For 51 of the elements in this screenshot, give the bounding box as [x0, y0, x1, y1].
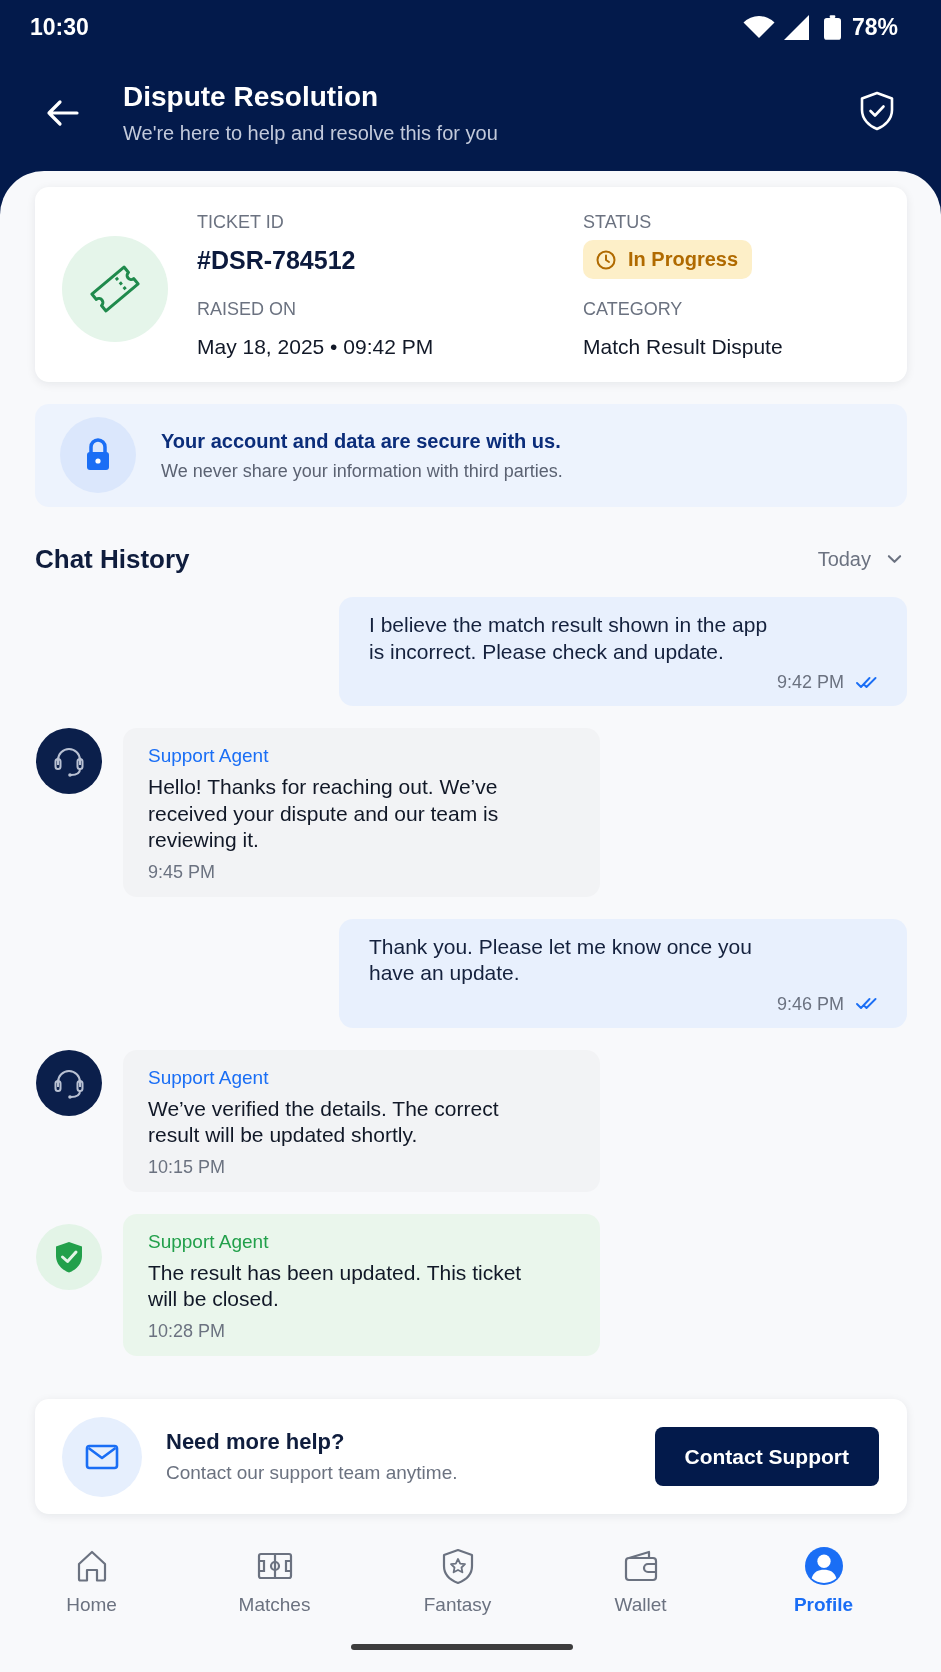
field-label: TICKET ID: [197, 212, 284, 232]
message-text: Hello! Thanks for reaching out. We’ve received your dispute and our team is reviewing it.: [148, 774, 500, 853]
back-arrow-icon[interactable]: [45, 99, 79, 127]
sender-name: Support Agent: [148, 1066, 270, 1089]
security-title: Your account and data are secure with us.: [161, 429, 562, 454]
page-title: Dispute Resolution: [123, 81, 380, 113]
lock-icon: [60, 417, 136, 493]
field-value: Match Result Dispute: [583, 333, 783, 360]
message-time: 10:15 PM: [148, 1155, 227, 1178]
nav-tab[interactable]: Wallet: [614, 1546, 667, 1616]
message-time: 10:28 PM: [148, 1319, 227, 1342]
ticket-id: #DSR-784512: [197, 244, 356, 275]
message-text: We’ve verified the details. The correct result will be updated shortly.: [148, 1095, 500, 1148]
shield-check-icon[interactable]: [859, 91, 895, 131]
sender-name: Support Agent: [148, 745, 270, 767]
status-value: In Progress: [628, 248, 739, 271]
nav-tab[interactable]: Matches: [238, 1546, 311, 1616]
message-time: 9:42 PM: [776, 671, 844, 693]
help-title: Need more help?: [166, 1428, 346, 1455]
page-subtitle: We're here to help and resolve this for you: [123, 121, 499, 145]
message-text: I believe the match result shown in the app is incorrect. Please check and update.: [369, 612, 769, 665]
mail-icon: [62, 1416, 142, 1497]
headset-icon: [36, 728, 102, 794]
section-title: Chat History: [35, 545, 190, 573]
date-filter-dropdown[interactable]: Today: [817, 547, 902, 571]
profile-icon: [804, 1546, 843, 1585]
security-text: We never share your information with third parties.: [161, 460, 563, 482]
ticket-icon: [62, 236, 168, 342]
headset-icon: [36, 1049, 102, 1116]
message-text: The result has been updated. This ticket will be closed.: [148, 1259, 523, 1312]
field-value: May 18, 2025 • 09:42 PM: [197, 333, 434, 360]
clock-icon: [596, 249, 616, 270]
nav-tab[interactable]: Profile: [793, 1546, 854, 1616]
signal-icon: [783, 14, 809, 40]
message-time: 9:45 PM: [148, 860, 217, 883]
battery-percent: 78%: [851, 13, 898, 41]
chevron-down-icon: [887, 554, 902, 564]
sender-name: Support Agent: [148, 1230, 270, 1253]
contact-support-button[interactable]: Contact Support: [654, 1427, 879, 1486]
battery-icon: [823, 14, 841, 40]
nav-tab[interactable]: Fantasy: [423, 1546, 492, 1616]
field-label: STATUS: [583, 212, 652, 232]
field-label: RAISED ON: [197, 299, 297, 319]
status-time: 10:30: [30, 13, 89, 41]
shield-icon: [36, 1223, 102, 1290]
wifi-icon: [742, 15, 775, 39]
message-time: 9:46 PM: [776, 992, 844, 1015]
field-label: CATEGORY: [583, 299, 683, 319]
nav-tab[interactable]: Home: [66, 1546, 117, 1616]
message-text: Thank you. Please let me know once you have an update.: [369, 933, 753, 986]
help-text: Contact our support team anytime.: [166, 1460, 459, 1485]
